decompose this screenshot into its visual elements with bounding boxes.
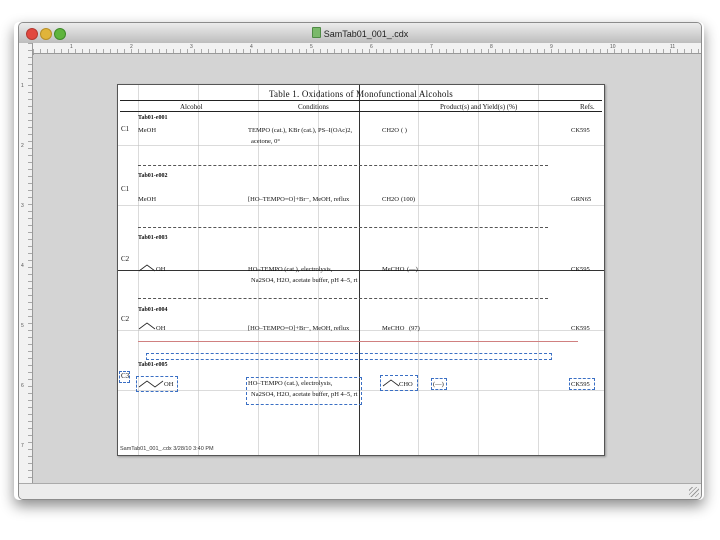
alcohol-cell[interactable]: MeOH — [138, 196, 156, 203]
carbon-label[interactable]: C3 — [121, 372, 129, 380]
yield-cell[interactable]: (97) — [409, 325, 420, 332]
header-alcohol: Alcohol — [180, 103, 203, 111]
alcohol-cell[interactable]: OH — [164, 381, 173, 388]
ruler-label: 2 — [21, 143, 24, 149]
ruler-label: 5 — [21, 323, 24, 329]
ruler-label: 7 — [21, 443, 24, 449]
ruler-label: 3 — [190, 44, 193, 50]
vertical-ruler[interactable]: 1 2 3 4 5 6 7 8 — [19, 43, 33, 489]
entry-id[interactable]: Tab01-e002 — [138, 173, 167, 179]
ruler-label: 10 — [610, 44, 616, 50]
ruler-label: 7 — [430, 44, 433, 50]
alcohol-cell[interactable]: OH — [156, 266, 165, 273]
conditions-cell[interactable]: HO–TEMPO (cat.), electrolysis, — [248, 266, 332, 273]
ruler-label: 11 — [670, 44, 676, 50]
ref-cell[interactable]: CK595 — [571, 381, 590, 388]
entry-id[interactable]: Tab01-e004 — [138, 307, 167, 313]
document-page[interactable]: Table 1. Oxidations of Monofunctional Al… — [117, 84, 605, 456]
ethanol-structure[interactable] — [138, 321, 158, 331]
document-icon — [311, 27, 321, 38]
yield-cell[interactable]: (100) — [401, 196, 415, 203]
header-products: Product(s) and Yield(s) (%) — [440, 103, 518, 111]
yield-cell[interactable]: (—) — [433, 381, 444, 388]
carbon-label: C1 — [121, 185, 130, 193]
carbon-label: C2 — [121, 315, 130, 323]
ruler-label: 1 — [70, 44, 73, 50]
propanol-structure[interactable] — [138, 379, 166, 389]
carbon-label: C1 — [121, 125, 130, 133]
selected-dashed-line[interactable] — [146, 353, 552, 360]
ruler-label: 6 — [21, 383, 24, 389]
product-cell[interactable]: MeCHO — [382, 325, 404, 332]
conditions-cell-line2[interactable]: acetone, 0° — [251, 138, 280, 145]
entry-id[interactable]: Tab01-e005 — [138, 362, 167, 368]
product-cell[interactable]: CHO — [399, 381, 413, 388]
ruler-label: 2 — [130, 44, 133, 50]
ruler-label: 6 — [370, 44, 373, 50]
entry-id[interactable]: Tab01-e001 — [138, 115, 167, 121]
conditions-cell[interactable]: [HO–TEMPO=O]+Br−, MeOH, reflux — [248, 196, 349, 203]
conditions-cell[interactable]: HO–TEMPO (cat.), electrolysis, — [248, 380, 332, 387]
horizontal-scrollbar[interactable] — [19, 483, 701, 499]
header-conditions: Conditions — [298, 103, 329, 111]
ruler-label: 4 — [21, 263, 24, 269]
title-bar[interactable]: SamTab01_001_.cdx — [19, 23, 701, 44]
product-cell[interactable]: MeCHO — [382, 266, 404, 273]
product-cell[interactable]: CH2O — [382, 127, 399, 134]
header-refs: Refs. — [580, 103, 595, 111]
ref-cell[interactable]: CK595 — [571, 325, 590, 332]
conditions-cell[interactable]: TEMPO (cat.), KBr (cat.), PS–I(OAc)2, — [248, 127, 352, 134]
yield-cell[interactable]: ( ) — [401, 127, 407, 134]
ruler-label: 8 — [490, 44, 493, 50]
ref-cell[interactable]: CK595 — [571, 127, 590, 134]
conditions-cell[interactable]: [HO–TEMPO=O]+Br−, MeOH, reflux — [248, 325, 349, 332]
ref-cell[interactable]: CK595 — [571, 266, 590, 273]
table-title: Table 1. Oxidations of Monofunctional Al… — [268, 89, 454, 99]
ruler-label: 9 — [550, 44, 553, 50]
conditions-cell-line2[interactable]: Na2SO4, H2O, acetate buffer, pH 4–5, rt — [251, 391, 357, 398]
product-cell[interactable]: CH2O — [382, 196, 399, 203]
ruler-label: 4 — [250, 44, 253, 50]
conditions-cell-line2[interactable]: Na2SO4, H2O, acetate buffer, pH 4–5, rt — [251, 277, 357, 284]
ruler-label: 5 — [310, 44, 313, 50]
alcohol-cell[interactable]: OH — [156, 325, 165, 332]
ethanol-structure[interactable] — [138, 263, 158, 273]
page-footer: SamTab01_001_.cdx 3/28/10 3:40 PM — [120, 446, 214, 452]
ruler-label: 3 — [21, 203, 24, 209]
alcohol-cell[interactable]: MeOH — [138, 127, 156, 134]
yield-cell[interactable]: (—) — [407, 266, 418, 273]
ruler-label: 1 — [21, 83, 24, 89]
window-title: SamTab01_001_.cdx — [323, 29, 409, 39]
carbon-label: C2 — [121, 255, 130, 263]
horizontal-ruler[interactable]: 1 2 3 4 5 6 7 8 9 10 11 — [33, 43, 701, 54]
horizontal-guide — [118, 270, 604, 271]
ref-cell[interactable]: GRN65 — [571, 196, 591, 203]
entry-id[interactable]: Tab01-e003 — [138, 235, 167, 241]
resize-grip-icon[interactable] — [689, 487, 699, 497]
